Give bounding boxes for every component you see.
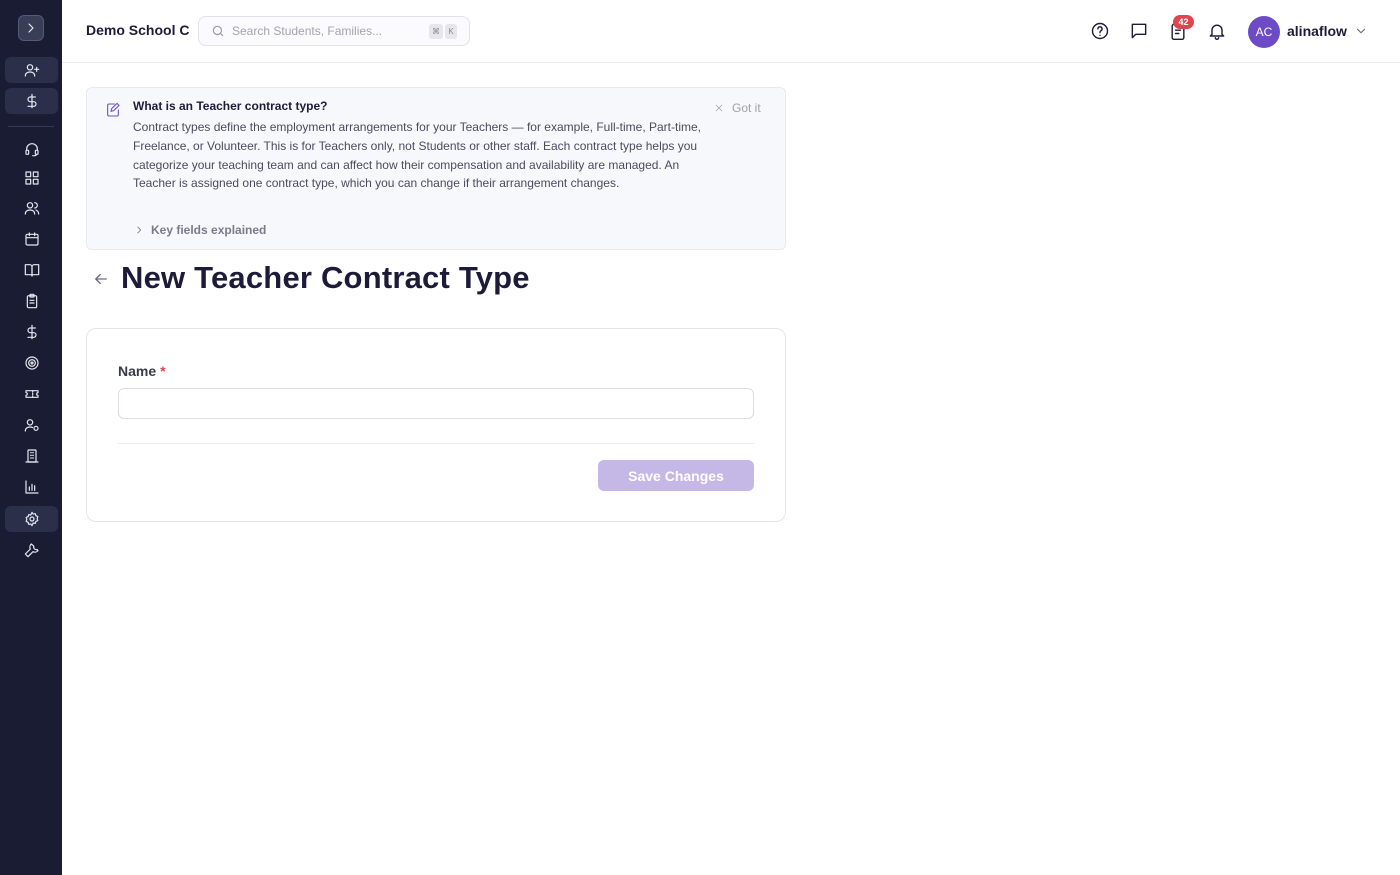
sidebar-item-calendar[interactable]	[5, 226, 58, 252]
arrow-left-icon	[95, 273, 107, 285]
notifications-button[interactable]	[1207, 21, 1227, 41]
shortcut-mod-key: ⌘	[429, 24, 443, 39]
sidebar-item-tools[interactable]	[5, 537, 58, 563]
required-marker: *	[160, 363, 166, 379]
sidebar-item-courses[interactable]	[5, 257, 58, 283]
sidebar-item-add-user[interactable]	[5, 57, 58, 83]
search-icon	[211, 24, 225, 38]
help-circle-icon	[1091, 22, 1109, 40]
dollar-icon	[26, 93, 37, 109]
sidebar-item-staff[interactable]	[5, 412, 58, 438]
page-title: New Teacher Contract Type	[121, 260, 530, 295]
sidebar-item-locations[interactable]	[5, 443, 58, 469]
tasks-count-badge: 42	[1173, 15, 1194, 29]
shortcut-k-key: K	[445, 24, 457, 39]
name-field-label: Name *	[118, 363, 166, 379]
dismiss-label: Got it	[732, 101, 761, 115]
sidebar-expand-button[interactable]	[18, 15, 44, 41]
username[interactable]: alinaflow	[1287, 23, 1347, 39]
headset-icon	[24, 143, 39, 157]
name-input[interactable]	[118, 388, 754, 419]
sidebar-item-support[interactable]	[5, 136, 58, 162]
edit-note-icon	[105, 102, 121, 118]
user-plus-icon	[24, 64, 39, 77]
ticket-icon	[24, 390, 39, 398]
target-icon	[24, 356, 39, 370]
top-bar: Demo School C ⌘ K 42 AC alinaflow	[62, 0, 1400, 63]
close-icon	[715, 104, 723, 112]
bell-icon	[1209, 24, 1225, 40]
chevron-right-icon	[137, 226, 142, 234]
dashboard-icon	[24, 171, 39, 185]
key-fields-label: Key fields explained	[151, 223, 267, 237]
info-body: Contract types define the employment arr…	[133, 120, 702, 191]
dismiss-button[interactable]: Got it	[714, 101, 761, 115]
sidebar-item-finance[interactable]	[5, 319, 58, 345]
search-box[interactable]: ⌘ K	[198, 16, 470, 46]
sidebar-item-attendance[interactable]	[5, 288, 58, 314]
chevron-down-icon[interactable]	[1354, 24, 1368, 38]
dollar-icon	[26, 324, 37, 340]
back-button[interactable]	[92, 270, 110, 288]
sidebar-item-billing[interactable]	[5, 88, 58, 114]
avatar[interactable]: AC	[1248, 16, 1280, 48]
name-label-text: Name	[118, 363, 157, 379]
sidebar-item-dashboard[interactable]	[5, 165, 58, 191]
sidebar-item-tickets[interactable]	[5, 381, 58, 407]
sidebar	[0, 0, 62, 875]
clipboard-icon	[26, 293, 37, 309]
user-gear-icon	[24, 419, 39, 432]
message-square-icon	[1131, 23, 1147, 39]
sidebar-divider	[8, 126, 54, 127]
help-button[interactable]	[1090, 21, 1110, 41]
sidebar-item-people[interactable]	[5, 195, 58, 221]
app-root: Demo School C ⌘ K 42 AC alinaflow	[0, 0, 1400, 875]
search-input[interactable]	[232, 24, 422, 38]
school-name: Demo School C	[86, 22, 190, 38]
info-title: What is an Teacher contract type?	[133, 99, 328, 113]
chevron-right-icon	[28, 23, 34, 33]
sidebar-item-goals[interactable]	[5, 350, 58, 376]
settings-icon	[25, 511, 38, 527]
messages-button[interactable]	[1129, 21, 1149, 41]
key-fields-toggle[interactable]: Key fields explained	[134, 223, 266, 237]
save-changes-button[interactable]: Save Changes	[598, 460, 754, 491]
contract-type-form: Name * Save Changes	[86, 328, 786, 522]
calendar-icon	[24, 232, 39, 246]
form-divider	[118, 443, 754, 444]
sidebar-item-reports[interactable]	[5, 474, 58, 500]
bar-chart-icon	[24, 480, 39, 494]
book-open-icon	[24, 264, 39, 277]
sidebar-item-settings[interactable]	[5, 506, 58, 532]
info-callout: What is an Teacher contract type? Contra…	[86, 87, 786, 250]
building-icon	[24, 449, 39, 463]
users-icon	[24, 202, 39, 215]
wrench-icon	[24, 543, 39, 558]
